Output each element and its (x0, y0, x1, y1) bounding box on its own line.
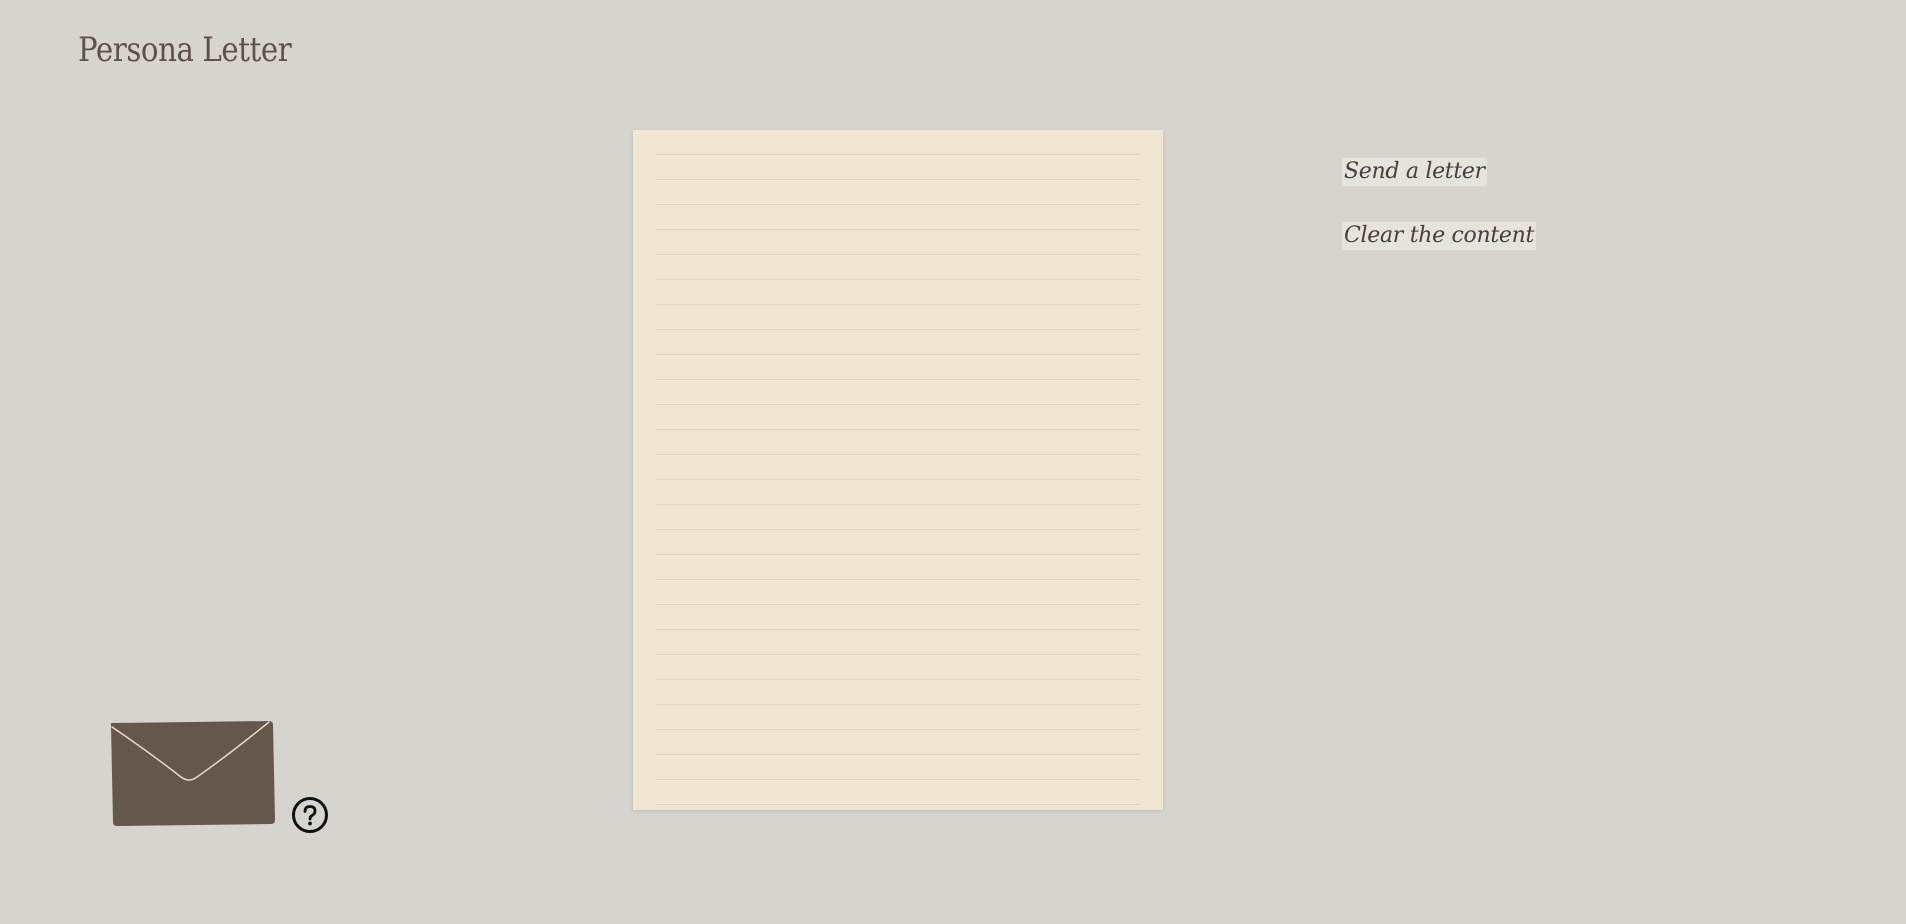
actions-panel: Send a letter Clear the content (1342, 158, 1537, 250)
letter-paper (633, 130, 1163, 810)
letter-content-input[interactable] (656, 130, 1141, 810)
help-circle-icon[interactable] (291, 796, 329, 834)
send-letter-button[interactable]: Send a letter (1342, 158, 1487, 186)
clear-content-button[interactable]: Clear the content (1342, 222, 1537, 250)
envelope-icon[interactable] (109, 720, 275, 828)
app-title: Persona Letter (78, 30, 292, 70)
